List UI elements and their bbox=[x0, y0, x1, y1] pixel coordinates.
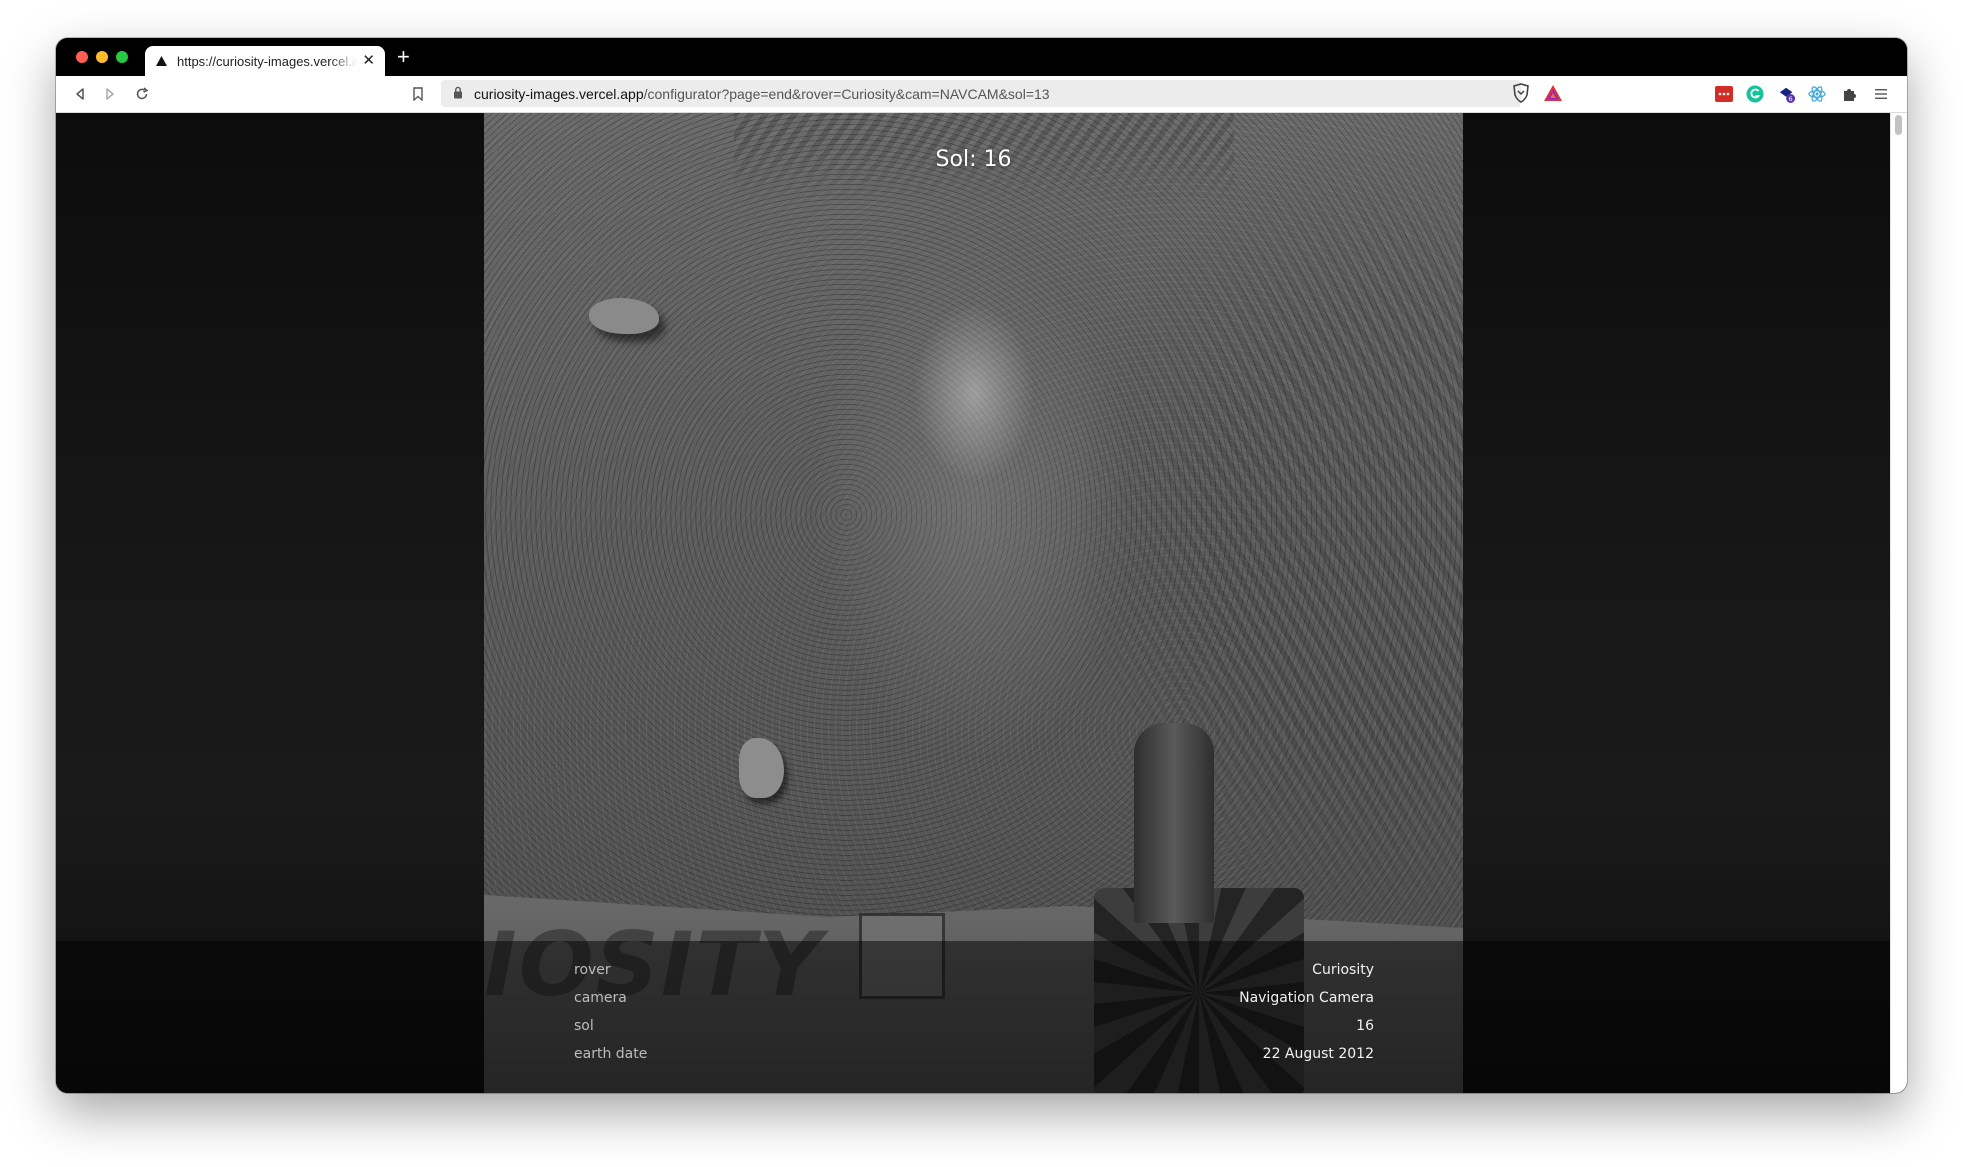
info-label: earth date bbox=[574, 1046, 648, 1062]
info-label: sol bbox=[574, 1018, 594, 1034]
maximize-window-button[interactable] bbox=[116, 51, 128, 63]
back-icon[interactable] bbox=[70, 84, 90, 104]
brave-shield-icon[interactable] bbox=[1512, 83, 1530, 108]
info-row-sol: sol 16 bbox=[574, 1018, 1374, 1040]
info-row-camera: camera Navigation Camera bbox=[574, 990, 1374, 1012]
vercel-triangle-icon bbox=[155, 55, 167, 67]
info-row-earth-date: earth date 22 August 2012 bbox=[574, 1046, 1374, 1068]
page-viewport: IOSITY Sol: 16 rover Curiosity camera Na… bbox=[56, 113, 1907, 1093]
rover-mast bbox=[1134, 723, 1214, 923]
reload-icon[interactable] bbox=[132, 84, 152, 104]
sol-heading: Sol: 16 bbox=[935, 147, 1012, 172]
rock bbox=[739, 738, 784, 798]
tab-bar: https://curiosity-images.vercel.app/conf… bbox=[56, 38, 1907, 76]
forward-icon[interactable] bbox=[100, 84, 120, 104]
brave-rewards-icon[interactable] bbox=[1543, 84, 1563, 107]
new-tab-button[interactable]: + bbox=[397, 45, 410, 69]
extension-badge-icon[interactable]: 6 bbox=[1778, 85, 1796, 103]
info-value: Navigation Camera bbox=[1239, 990, 1374, 1006]
react-devtools-icon[interactable] bbox=[1808, 85, 1826, 103]
svg-text:6: 6 bbox=[1789, 96, 1793, 103]
grammarly-extension-icon[interactable] bbox=[1746, 85, 1764, 103]
scrollbar-thumb[interactable] bbox=[1895, 115, 1902, 135]
info-row-rover: rover Curiosity bbox=[574, 962, 1374, 984]
info-value: Curiosity bbox=[1312, 962, 1374, 978]
address-url: curiosity-images.vercel.app/configurator… bbox=[474, 86, 1050, 102]
info-value: 16 bbox=[1356, 1018, 1374, 1034]
vertical-scrollbar[interactable] bbox=[1890, 113, 1907, 1093]
photo-info-panel: rover Curiosity camera Navigation Camera… bbox=[56, 941, 1891, 1093]
menu-icon[interactable] bbox=[1872, 85, 1890, 103]
tab-close-icon[interactable]: ✕ bbox=[362, 52, 375, 70]
rock bbox=[589, 298, 659, 334]
close-window-button[interactable] bbox=[76, 51, 88, 63]
lastpass-extension-icon[interactable] bbox=[1715, 85, 1733, 103]
browser-toolbar: curiosity-images.vercel.app/configurator… bbox=[56, 76, 1907, 113]
puzzle-extensions-icon[interactable] bbox=[1841, 85, 1859, 103]
browser-window: https://curiosity-images.vercel.app/conf… bbox=[56, 38, 1907, 1093]
info-label: camera bbox=[574, 990, 627, 1006]
info-label: rover bbox=[574, 962, 611, 978]
minimize-window-button[interactable] bbox=[96, 51, 108, 63]
lock-icon bbox=[453, 86, 463, 104]
active-tab[interactable]: https://curiosity-images.vercel.app/conf… bbox=[145, 46, 385, 76]
address-bar[interactable]: curiosity-images.vercel.app/configurator… bbox=[441, 80, 1562, 107]
info-value: 22 August 2012 bbox=[1262, 1046, 1374, 1062]
tab-title: https://curiosity-images.vercel.app/conf… bbox=[177, 53, 357, 69]
bookmark-icon[interactable] bbox=[408, 84, 428, 104]
